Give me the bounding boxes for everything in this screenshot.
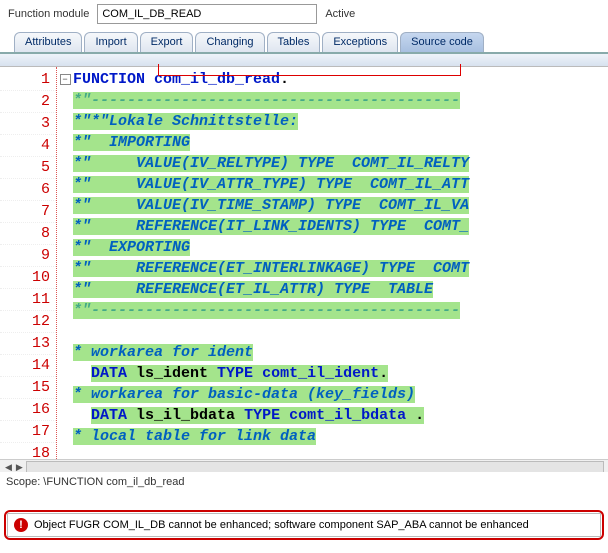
editor: 123456789101112131415161718 − FUNCTION c… [0, 53, 608, 472]
fold-cell [57, 195, 73, 216]
line-number: 17 [0, 421, 56, 443]
status-label: Active [325, 8, 355, 20]
header-row: Function module Active [0, 0, 608, 28]
fold-cell [57, 111, 73, 132]
code-line[interactable]: *" VALUE(IV_TIME_STAMP) TYPE COMT_IL_VA [73, 195, 608, 216]
line-number: 15 [0, 377, 56, 399]
line-number: 5 [0, 157, 56, 179]
ruler-marker [460, 64, 461, 76]
fold-cell [57, 405, 73, 426]
tab-export[interactable]: Export [140, 32, 194, 52]
line-number: 16 [0, 399, 56, 421]
code-body[interactable]: FUNCTION com_il_db_read.*"--------------… [73, 67, 608, 459]
fold-cell [57, 321, 73, 342]
line-number: 4 [0, 135, 56, 157]
code-line[interactable]: *" IMPORTING [73, 132, 608, 153]
code-line[interactable]: *"--------------------------------------… [73, 300, 608, 321]
line-number: 11 [0, 289, 56, 311]
ruler-connector [158, 75, 460, 76]
code-line[interactable]: * workarea for ident [73, 342, 608, 363]
tab-attributes[interactable]: Attributes [14, 32, 82, 52]
fold-gutter: − [57, 67, 73, 459]
scroll-right-icon[interactable]: ▶ [15, 462, 24, 473]
code-area[interactable]: 123456789101112131415161718 − FUNCTION c… [0, 67, 608, 459]
fold-cell [57, 342, 73, 363]
scope-label: Scope: \FUNCTION com_il_db_read [0, 472, 608, 492]
line-number: 2 [0, 91, 56, 113]
line-number: 13 [0, 333, 56, 355]
code-line[interactable]: DATA ls_il_bdata TYPE comt_il_bdata . [73, 405, 608, 426]
line-number: 3 [0, 113, 56, 135]
code-line[interactable]: *"--------------------------------------… [73, 90, 608, 111]
code-line[interactable]: DATA ls_ident TYPE comt_il_ident. [73, 363, 608, 384]
error-icon: ! [14, 518, 28, 532]
function-module-label: Function module [8, 8, 89, 20]
line-number-gutter: 123456789101112131415161718 [0, 67, 57, 459]
fold-toggle-icon[interactable]: − [60, 74, 71, 85]
fold-cell [57, 216, 73, 237]
line-number: 7 [0, 201, 56, 223]
fold-cell [57, 363, 73, 384]
tab-source-code[interactable]: Source code [400, 32, 484, 52]
editor-scroll-footer: ◀ ▶ [0, 459, 608, 472]
tab-changing[interactable]: Changing [195, 32, 264, 52]
code-line[interactable]: * local table for link data [73, 426, 608, 447]
line-number: 1 [0, 69, 56, 91]
fold-cell [57, 300, 73, 321]
fold-cell [57, 90, 73, 111]
line-number: 8 [0, 223, 56, 245]
fold-cell [57, 237, 73, 258]
code-line[interactable]: *" REFERENCE(ET_INTERLINKAGE) TYPE COMT [73, 258, 608, 279]
fold-cell: − [57, 69, 73, 90]
fold-cell [57, 132, 73, 153]
function-module-input[interactable] [97, 4, 317, 24]
code-line[interactable]: *"*"Lokale Schnittstelle: [73, 111, 608, 132]
error-bar: ! Object FUGR COM_IL_DB cannot be enhanc… [7, 513, 601, 537]
line-number: 14 [0, 355, 56, 377]
code-line[interactable]: *" EXPORTING [73, 237, 608, 258]
line-number: 6 [0, 179, 56, 201]
tab-import[interactable]: Import [84, 32, 137, 52]
error-highlight: ! Object FUGR COM_IL_DB cannot be enhanc… [4, 510, 604, 540]
line-number: 10 [0, 267, 56, 289]
fold-cell [57, 174, 73, 195]
fold-cell [57, 384, 73, 405]
code-line[interactable] [73, 321, 608, 342]
line-number: 9 [0, 245, 56, 267]
line-number: 12 [0, 311, 56, 333]
code-line[interactable]: *" VALUE(IV_RELTYPE) TYPE COMT_IL_RELTY [73, 153, 608, 174]
fold-cell [57, 153, 73, 174]
code-line[interactable]: FUNCTION com_il_db_read. [73, 69, 608, 90]
code-line[interactable]: *" VALUE(IV_ATTR_TYPE) TYPE COMT_IL_ATT [73, 174, 608, 195]
fold-cell [57, 279, 73, 300]
code-line[interactable]: *" REFERENCE(ET_IL_ATTR) TYPE TABLE [73, 279, 608, 300]
line-number: 18 [0, 443, 56, 459]
editor-ruler [0, 54, 608, 67]
code-line[interactable]: * workarea for basic-data (key_fields) [73, 384, 608, 405]
scroll-left-icon[interactable]: ◀ [4, 462, 13, 473]
tab-exceptions[interactable]: Exceptions [322, 32, 398, 52]
error-message: Object FUGR COM_IL_DB cannot be enhanced… [34, 519, 529, 531]
tab-tables[interactable]: Tables [267, 32, 321, 52]
code-line[interactable]: *" REFERENCE(IT_LINK_IDENTS) TYPE COMT_ [73, 216, 608, 237]
fold-cell [57, 258, 73, 279]
tabs-row: AttributesImportExportChangingTablesExce… [0, 28, 608, 53]
fold-cell [57, 426, 73, 447]
horizontal-scrollbar[interactable] [26, 461, 604, 472]
